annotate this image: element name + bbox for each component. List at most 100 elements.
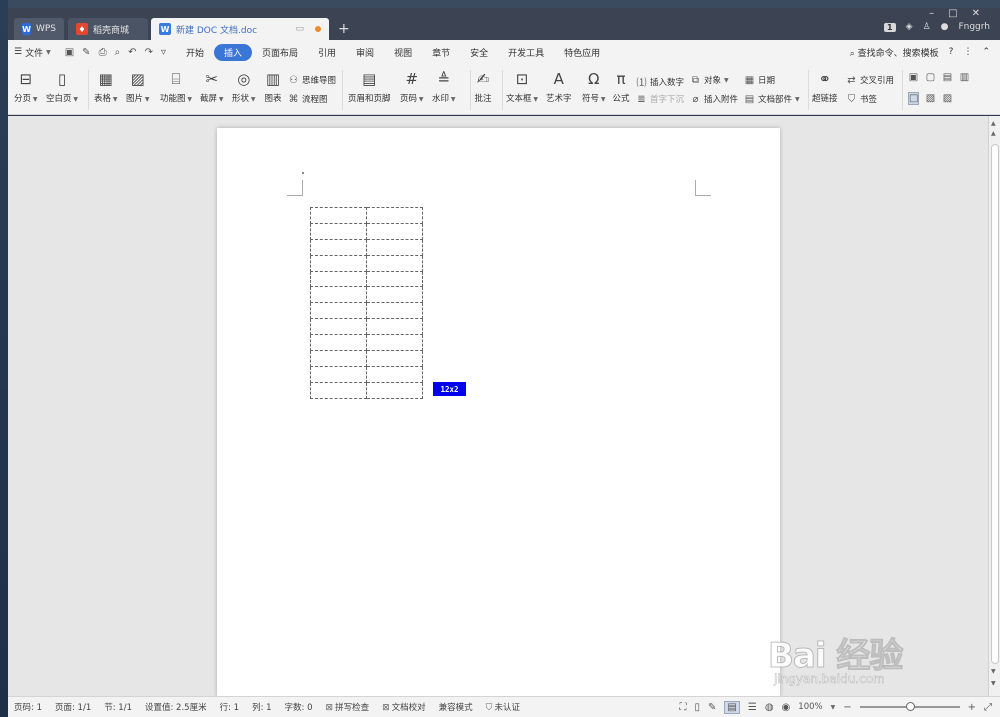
status-row[interactable]: 行: 1 bbox=[214, 701, 246, 713]
table-preview-row[interactable] bbox=[310, 286, 423, 304]
format-painter-icon[interactable]: ✎ bbox=[82, 47, 90, 58]
minimize-icon[interactable]: – bbox=[929, 8, 934, 19]
table-preview-cell[interactable] bbox=[366, 334, 423, 352]
zoom-slider-knob[interactable] bbox=[905, 702, 915, 711]
wordart-button[interactable]: A 艺术字 bbox=[546, 70, 572, 104]
compat-mode[interactable]: 兼容模式 bbox=[433, 701, 480, 713]
table-preview-cell[interactable] bbox=[310, 254, 367, 272]
fullscreen-icon[interactable]: ⛶ bbox=[679, 702, 686, 713]
table-insert-preview[interactable] bbox=[310, 207, 423, 399]
status-col[interactable]: 列: 1 bbox=[246, 701, 278, 713]
vertical-scrollbar[interactable]: ▲ ▲ ▼ ▼ bbox=[988, 116, 1000, 696]
table-preview-cell[interactable] bbox=[310, 302, 367, 320]
save-icon[interactable]: ▣ bbox=[65, 47, 74, 58]
write-mode-icon[interactable]: ✎ bbox=[708, 702, 716, 713]
page-break-button[interactable]: ⊟ 分页 ▼ bbox=[14, 70, 38, 104]
table-preview-cell[interactable] bbox=[310, 350, 367, 367]
table-preview-row[interactable] bbox=[310, 254, 423, 272]
user-name[interactable]: Fnggrh bbox=[958, 22, 990, 32]
drop-cap-button[interactable]: ≣ 首字下沉 bbox=[636, 93, 684, 106]
table-preview-cell[interactable] bbox=[310, 334, 367, 352]
textbox-button[interactable]: ⊡ 文本框 ▼ bbox=[506, 70, 538, 104]
skin-icon[interactable]: ◈ bbox=[906, 22, 913, 32]
table-preview-row[interactable] bbox=[310, 350, 423, 367]
table-preview-cell[interactable] bbox=[310, 286, 367, 304]
tab-developer[interactable]: 开发工具 bbox=[498, 44, 554, 61]
page-number-button[interactable]: # 页码 ▼ bbox=[400, 70, 424, 104]
status-page[interactable]: 页码: 1 bbox=[8, 701, 49, 713]
layout-square-icon[interactable]: ▢ bbox=[925, 72, 936, 83]
fit-page-icon[interactable]: ⤢ bbox=[984, 702, 992, 713]
status-section[interactable]: 节: 1/1 bbox=[98, 701, 139, 713]
table-preview-row[interactable] bbox=[310, 222, 423, 240]
tab-home[interactable]: 开始 bbox=[176, 44, 214, 61]
table-preview-row[interactable] bbox=[310, 318, 423, 336]
shirt-icon[interactable]: ♙ bbox=[923, 22, 931, 32]
zoom-out-icon[interactable]: − bbox=[843, 702, 851, 713]
scrollbar-thumb[interactable] bbox=[991, 144, 999, 664]
blank-page-button[interactable]: ▯ 空白页 ▼ bbox=[46, 70, 78, 104]
comment-button[interactable]: ✍ 批注 bbox=[474, 70, 492, 104]
avatar-icon[interactable]: ● bbox=[941, 22, 949, 32]
print-preview-icon[interactable]: ⌕ bbox=[115, 47, 121, 58]
scroll-down-icon[interactable]: ▼ bbox=[991, 680, 996, 687]
file-menu-button[interactable]: ☰ 文件 ▼ bbox=[14, 46, 51, 59]
hyperlink-button[interactable]: ⚭ 超链接 bbox=[812, 70, 838, 104]
scroll-up-icon[interactable]: ▲ bbox=[991, 130, 996, 137]
table-preview-cell[interactable] bbox=[310, 207, 367, 224]
insert-number-button[interactable]: ⑴ 插入数字 bbox=[636, 74, 685, 90]
outline-view-icon[interactable]: ☰ bbox=[748, 702, 757, 713]
table-preview-cell[interactable] bbox=[310, 238, 367, 256]
picture-button[interactable]: ▨ 图片 ▼ bbox=[126, 70, 150, 104]
layout-top-bottom-icon[interactable]: ▨ bbox=[942, 93, 953, 104]
spell-check-button[interactable]: ⊠ 拼写检查 bbox=[320, 701, 377, 713]
table-preview-cell[interactable] bbox=[366, 302, 423, 320]
redo-icon[interactable]: ↷ bbox=[145, 47, 153, 58]
tab-review[interactable]: 审阅 bbox=[346, 44, 384, 61]
doc-proof-button[interactable]: ⊠ 文档校对 bbox=[376, 701, 433, 713]
table-preview-cell[interactable] bbox=[366, 238, 423, 256]
screenshot-button[interactable]: ✂ 截屏 ▼ bbox=[200, 70, 224, 104]
tab-chapter[interactable]: 章节 bbox=[422, 44, 460, 61]
symbol-button[interactable]: Ω 符号 ▼ bbox=[582, 70, 606, 104]
tab-view[interactable]: 视图 bbox=[384, 44, 422, 61]
close-icon[interactable]: ✕ bbox=[972, 8, 980, 19]
attachment-button[interactable]: ⌀ 插入附件 bbox=[690, 93, 738, 106]
zoom-slider[interactable] bbox=[859, 702, 960, 711]
more-icon[interactable]: ⋮ bbox=[963, 47, 972, 57]
date-button[interactable]: ▦ 日期 bbox=[744, 74, 775, 87]
tab-special[interactable]: 特色应用 bbox=[554, 44, 610, 61]
new-tab-button[interactable]: + bbox=[338, 21, 350, 37]
zoom-level[interactable]: 100% bbox=[798, 702, 822, 712]
customize-icon[interactable]: ▿ bbox=[161, 47, 166, 58]
table-preview-cell[interactable] bbox=[366, 286, 423, 304]
table-preview-cell[interactable] bbox=[310, 318, 367, 336]
table-preview-row[interactable] bbox=[310, 365, 423, 383]
table-preview-cell[interactable] bbox=[366, 318, 423, 336]
table-preview-cell[interactable] bbox=[310, 381, 367, 399]
tab-references[interactable]: 引用 bbox=[308, 44, 346, 61]
object-button[interactable]: ⧉ 对象 ▼ bbox=[690, 74, 729, 87]
tab-page-layout[interactable]: 页面布局 bbox=[252, 44, 308, 61]
table-preview-cell[interactable] bbox=[366, 365, 423, 383]
table-preview-row[interactable] bbox=[310, 381, 423, 399]
table-preview-row[interactable] bbox=[310, 238, 423, 256]
collapse-ribbon-icon[interactable]: ⌃ bbox=[982, 47, 990, 57]
flowchart-button[interactable]: ⌘ 流程图 bbox=[288, 93, 328, 106]
layout-behind-icon[interactable]: ▧ bbox=[925, 93, 936, 104]
tab-security[interactable]: 安全 bbox=[460, 44, 498, 61]
scroll-up-icon[interactable]: ▲ bbox=[991, 120, 996, 127]
status-words[interactable]: 字数: 0 bbox=[279, 701, 320, 713]
undo-icon[interactable]: ↶ bbox=[128, 47, 136, 58]
formula-button[interactable]: π 公式 bbox=[612, 70, 630, 104]
status-pages[interactable]: 页面: 1/1 bbox=[49, 701, 98, 713]
table-preview-cell[interactable] bbox=[366, 270, 423, 288]
layout-front-icon[interactable]: □ bbox=[908, 92, 919, 105]
cert-status[interactable]: ⛉ 未认证 bbox=[480, 701, 527, 713]
scroll-down-icon[interactable]: ▼ bbox=[991, 668, 996, 675]
search-command[interactable]: ⌕ 查找命令、搜索模板 bbox=[850, 46, 939, 59]
layout-tight-icon[interactable]: ▤ bbox=[942, 72, 953, 83]
watermark-button[interactable]: ≜ 水印 ▼ bbox=[432, 70, 456, 104]
table-button[interactable]: ▦ 表格 ▼ bbox=[94, 70, 118, 104]
eye-protect-icon[interactable]: ◉ bbox=[782, 702, 791, 713]
